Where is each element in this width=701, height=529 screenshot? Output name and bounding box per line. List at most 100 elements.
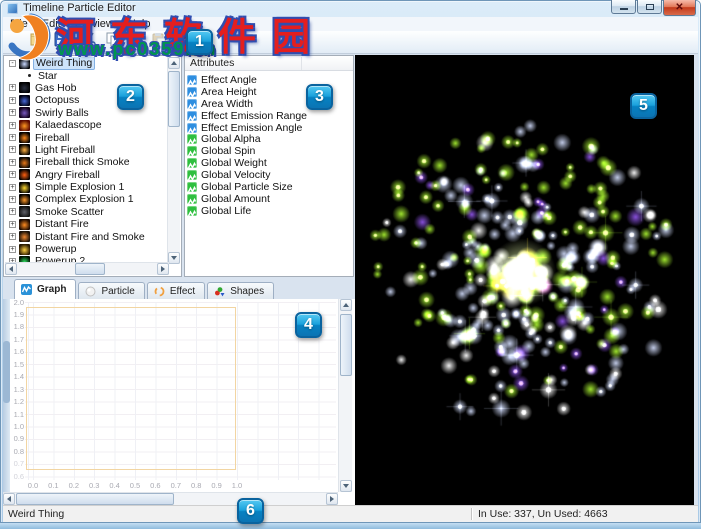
status-bar: Weird Thing In Use: 337, Un Used: 4663 [3,505,698,522]
menu-item-file[interactable]: File [3,17,35,31]
window-bottom-border [0,522,701,529]
tree-item[interactable]: +Light Fireball [5,144,169,156]
graph-scroll-thumb[interactable] [340,314,352,376]
attributes-column-header[interactable]: Attributes [185,56,353,71]
menu-item-edit[interactable]: Edit [35,17,68,31]
paste-special-button[interactable] [148,32,170,52]
tree-item[interactable]: +Fireball thick Smoke [5,156,169,168]
attribute-graph-icon [187,182,197,192]
x-axis-tick-label: 1.0 [227,481,247,490]
scroll-up-button[interactable] [340,299,352,311]
attribute-label: Effect Angle [201,74,257,86]
tree-item-label: Simple Explosion 1 [33,181,126,193]
tree-item-label: Fireball [33,132,71,144]
attribute-label: Global Life [201,205,251,217]
tree-item[interactable]: + Fireball [5,131,169,143]
minimize-button[interactable] [611,0,636,14]
tree-item[interactable]: -Weird Thing [5,57,169,69]
expander-plus-icon[interactable]: + [9,134,16,141]
attribute-item[interactable]: Global Alpha [187,133,351,145]
attribute-item[interactable]: Effect Emission Angle [187,122,351,134]
expander-plus-icon[interactable]: + [9,159,16,166]
tree-item[interactable]: +Smoke Scatter [5,206,169,218]
tab-graph[interactable]: Graph [14,279,76,299]
attribute-item[interactable]: Global Particle Size [187,181,351,193]
maximize-icon [646,4,654,10]
graph-horizontal-scrollbar[interactable] [3,492,338,505]
tree-item[interactable]: +Angry Fireball [5,169,169,181]
tab-shapes[interactable]: Shapes [207,282,274,299]
expander-plus-icon[interactable]: + [9,208,16,215]
expander-plus-icon[interactable]: + [9,246,16,253]
scroll-left-button[interactable] [5,263,17,275]
window-title: Timeline Particle Editor [23,2,136,14]
expander-plus-icon[interactable]: + [9,146,16,153]
maximize-button[interactable] [637,0,662,14]
toolbar [3,31,698,54]
scroll-up-button[interactable] [168,57,180,69]
paste-button[interactable] [125,32,147,52]
scroll-down-button[interactable] [340,480,352,492]
tree-item[interactable]: +Powerup [5,243,169,255]
tree-item[interactable]: + Simple Explosion 1 [5,181,169,193]
column-divider[interactable] [301,57,302,70]
tab-effect[interactable]: Effect [147,282,205,299]
attribute-label: Global Alpha [201,133,261,145]
expander-plus-icon[interactable]: + [9,233,16,240]
tree-item[interactable]: Star [5,69,169,81]
y-axis-tick-label: 0.7 [8,459,24,468]
scroll-right-button[interactable] [157,263,169,275]
attribute-item[interactable]: Global Spin [187,145,351,157]
attribute-label: Effect Emission Range [201,110,307,122]
tree-item-label: Octopuss [33,94,81,106]
tree-vertical-scrollbar[interactable] [167,57,180,264]
menu-item-help[interactable]: Help [121,17,158,31]
graph-hscroll-thumb[interactable] [16,493,174,505]
tree-item[interactable]: + Octopuss [5,94,169,106]
y-axis-tick-label: 0.9 [8,434,24,443]
expander-plus-icon[interactable]: + [9,184,16,191]
tree-horizontal-scrollbar[interactable] [5,262,169,275]
cut-button[interactable] [79,32,101,52]
tree-item[interactable]: +Gas Hob [5,82,169,94]
expander-plus-icon[interactable]: + [9,171,16,178]
bullet-icon [28,74,31,77]
attribute-item[interactable]: Global Amount [187,193,351,205]
particle-preview-viewport[interactable] [355,55,694,505]
expander-plus-icon[interactable]: + [9,109,16,116]
tree-hscroll-thumb[interactable] [75,263,105,275]
close-button[interactable]: ✕ [663,0,696,16]
tree-item[interactable]: +Distant Fire [5,218,169,230]
expander-minus-icon[interactable]: - [9,60,16,67]
open-button[interactable] [27,32,49,52]
copy-button[interactable] [102,32,124,52]
tree-item[interactable]: +Swirly Balls [5,107,169,119]
expander-plus-icon[interactable]: + [9,84,16,91]
expander-plus-icon[interactable]: + [9,122,16,129]
particle-preview-canvas[interactable] [355,55,694,505]
attribute-item[interactable]: Effect Emission Range [187,110,351,122]
title-bar[interactable]: Timeline Particle Editor ✕ [0,0,701,17]
y-axis-tick-label: 1.9 [8,310,24,319]
expander-plus-icon[interactable]: + [9,221,16,228]
scroll-down-button[interactable] [168,252,180,264]
scroll-right-button[interactable] [326,493,338,505]
save-button[interactable] [50,32,72,52]
tree-item[interactable]: +Kalaedascope [5,119,169,131]
attribute-item[interactable]: Global Weight [187,157,351,169]
attribute-item[interactable]: Global Life [187,205,351,217]
attribute-item[interactable]: Global Velocity [187,169,351,181]
y-axis-tick-label: 1.2 [8,397,24,406]
tab-particle[interactable]: Particle [78,282,144,299]
tree-scroll-thumb[interactable] [168,71,180,127]
scroll-left-button[interactable] [3,493,15,505]
tree-item[interactable]: +Complex Explosion 1 [5,193,169,205]
tree-item[interactable]: +Distant Fire and Smoke [5,230,169,242]
expander-plus-icon[interactable]: + [9,196,16,203]
annotation-badge-3: 3 [306,84,333,110]
expander-plus-icon[interactable]: + [9,97,16,104]
graph-vertical-scrollbar[interactable] [338,299,352,492]
particle-thumbnail-icon [19,132,30,143]
annotation-badge-6: 6 [237,498,264,524]
menu-item-preview[interactable]: Preview [68,17,121,31]
